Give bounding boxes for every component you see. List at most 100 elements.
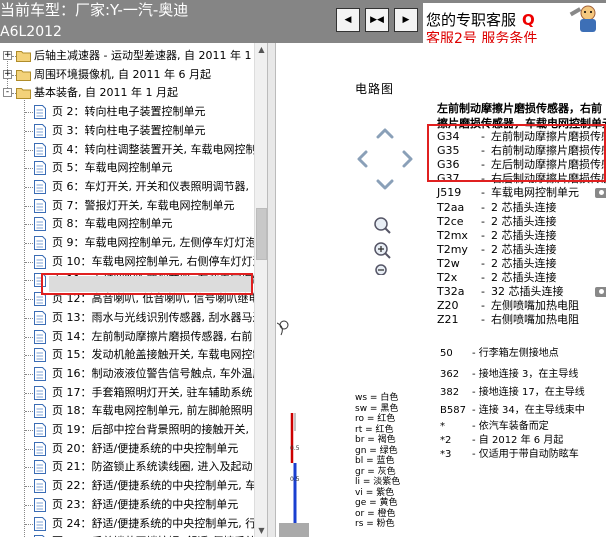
tree-item-label: 页 19：后部中控台背景照明的接触开关,	[52, 423, 249, 436]
tree-connector	[25, 186, 33, 188]
footnote-separator: -	[472, 369, 479, 380]
tree-connector	[25, 336, 33, 338]
tree-item-label: 页 10：车载电网控制单元, 右侧停车灯灯泡	[52, 254, 264, 268]
footnote-separator: -	[472, 348, 479, 359]
component-description: 32 芯插头连接	[491, 285, 564, 299]
tree-item-label: 页 6：车灯开关, 开关和仪表照明调节器,	[52, 179, 249, 193]
component-code: T2x	[437, 271, 458, 284]
tree-item-label: 页 4：转向柱调整装置开关, 车载电网控制	[52, 142, 257, 156]
tree-page-item[interactable]: 页 10：车载电网控制单元, 右侧停车灯灯泡	[0, 253, 264, 271]
tree-page-item[interactable]: 页 2：转向柱电子装置控制单元	[0, 103, 254, 121]
app-header: 当前车型：厂家:Y-一汽-奥迪 A6L2012 ◀ ▶◀ ▶ 您的专职客服 Q 客…	[0, 0, 606, 43]
tree-item-label: 页 5：车载电网控制单元	[52, 161, 173, 175]
tree-connector	[25, 168, 33, 170]
panel-splitter[interactable]	[267, 43, 276, 537]
tree-item-label: 页 21：防盗锁止系统读线圈, 进入及起动	[52, 460, 253, 474]
tree-item-label: 页 8：车载电网控制单元	[52, 217, 173, 231]
tree-page-item[interactable]: 页 9：车载电网控制单元, 左侧停车灯灯泡	[0, 234, 257, 252]
tree-page-item[interactable]: 页 23：舒适/便捷系统的中央控制单元	[0, 496, 254, 514]
tree-connector	[25, 112, 33, 114]
svg-text:0.5: 0.5	[290, 476, 300, 483]
footnote-row: * - 依汽车装备而定	[440, 417, 549, 432]
page-icon	[34, 423, 46, 437]
page-icon	[34, 161, 46, 176]
camera-icon[interactable]	[595, 188, 606, 199]
tree-page-item[interactable]: 页 21：防盗锁止系统读线圈, 进入及起动	[0, 458, 254, 476]
tree-page-item[interactable]: 页 25：后盖锁芯开锁按钮, 舒适/便捷系统	[0, 533, 256, 537]
wire-color-entry: bl = 蓝色	[355, 456, 395, 466]
expand-icon[interactable]: +	[3, 69, 12, 79]
tree-page-item[interactable]: 页 14：左前制动摩擦片磨损传感器, 右前	[0, 328, 254, 346]
tree-connector	[25, 224, 33, 226]
legend-separator: -	[481, 313, 485, 327]
page-icon	[34, 142, 46, 157]
expand-icon[interactable]: +	[3, 51, 12, 60]
tree-folder-item[interactable]: + 后轴主减速器 - 运动型差速器, 自 2011 年 1	[0, 47, 254, 65]
tree-folder-item[interactable]: - 基本装备, 自 2011 年 1 月起	[0, 84, 254, 102]
tree-item-label: 页 13：雨水与光线识别传感器, 刮水器马达	[52, 310, 264, 324]
legend-separator: -	[481, 186, 485, 200]
wire-color-entry: gn = 绿色	[355, 445, 398, 456]
page-icon	[34, 385, 46, 400]
folder-icon	[16, 88, 31, 100]
component-description: 2 芯插头连接	[491, 271, 557, 284]
tree-connector	[25, 504, 33, 506]
zoom-out-icon	[375, 264, 387, 275]
component-code: T2my	[437, 242, 468, 256]
service-q-label: Q	[522, 11, 535, 29]
tree-page-item[interactable]: 页 20：舒适/便捷系统的中央控制单元	[0, 440, 254, 458]
tree-page-item[interactable]: 页 16：制动液液位警告信号触点, 车外温度	[0, 365, 264, 383]
footnote-separator: -	[472, 449, 479, 460]
tree-item-label: 页 25：后盖锁芯开锁按钮, 舒适/便捷系统	[52, 533, 256, 537]
tree-scrollbar[interactable]: ▲ ▼	[254, 43, 268, 537]
highlight-box-sensors	[427, 124, 606, 182]
tree-page-item[interactable]: 页 19：后部中控台背景照明的接触开关,	[0, 421, 254, 439]
component-code: T2w	[437, 256, 460, 270]
page-icon	[34, 516, 46, 531]
tree-page-item[interactable]: 页 18：车载电网控制单元, 前左脚舱照明	[0, 402, 254, 420]
tree-page-item[interactable]: 页 13：雨水与光线识别传感器, 刮水器马达	[0, 309, 264, 327]
camera-icon[interactable]	[595, 287, 606, 298]
tree-page-item[interactable]: 页 8：车载电网控制单元	[0, 215, 254, 233]
tree-page-item[interactable]: 页 17：手套箱照明灯开关, 驻车辅助系统	[0, 384, 254, 402]
folder-icon	[16, 51, 31, 62]
collapse-icon[interactable]: -	[3, 88, 12, 98]
tree-connector	[25, 523, 33, 525]
prev-page-button[interactable]: ◀	[336, 8, 360, 32]
legend-separator: -	[481, 242, 485, 256]
tree-connector	[25, 205, 33, 207]
tree-page-item[interactable]: 页 15：发动机舱盖接触开关, 车载电网控制	[0, 346, 264, 364]
tree-page-item[interactable]: 页 4：转向柱调整装置开关, 车载电网控制	[0, 141, 257, 159]
page-icon	[34, 479, 46, 494]
page-icon	[34, 348, 46, 363]
tree-item-label: 基本装备, 自 2011 年 1 月起	[34, 86, 178, 100]
tree-connector	[25, 467, 33, 469]
customer-service-banner[interactable]: 您的专职客服 Q 客服2号 服务条件	[423, 3, 606, 43]
tree-page-item[interactable]: 页 3：转向柱电子装置控制单元	[0, 122, 254, 140]
tree-page-item[interactable]: 页 7：警报灯开关, 车载电网控制单元	[0, 197, 254, 215]
component-description: 左侧喷嘴加热电阻	[491, 299, 579, 313]
wire-color-entry: vi = 紫色	[355, 487, 395, 498]
next-page-button[interactable]: ▶	[394, 8, 418, 32]
tree-page-item[interactable]: 页 6：车灯开关, 开关和仪表照明调节器,	[0, 178, 254, 196]
tree-folder-item[interactable]: + 周围环境摄像机, 自 2011 年 6 月起	[0, 66, 254, 84]
tree-item-label: 页 9：车载电网控制单元, 左侧停车灯灯泡	[52, 236, 257, 249]
footnote-description: 行李箱左侧接地点	[478, 348, 559, 359]
component-code: T32a	[437, 285, 465, 299]
svg-text:0.5: 0.5	[290, 445, 300, 452]
page-icon	[34, 329, 46, 344]
footnote-row: 362 - 接地连接 3，在主导线	[440, 365, 578, 380]
component-code: Z20	[437, 299, 459, 313]
scrollbar-thumb[interactable]	[256, 208, 267, 260]
tree-page-item[interactable]: 页 5：车载电网控制单元	[0, 159, 254, 177]
legend-separator: -	[481, 214, 485, 228]
wire-color-entry: rs = 粉色	[355, 519, 395, 529]
tree-item-label: 页 24：舒适/便捷系统的中央控制单元, 行	[52, 516, 257, 530]
page-icon	[34, 198, 46, 213]
footnote-separator: -	[472, 387, 479, 398]
tree-page-item[interactable]: 页 24：舒适/便捷系统的中央控制单元, 行	[0, 515, 257, 533]
diagram-heading-line1: 左前制动摩擦片磨损传感器，右前	[437, 102, 602, 115]
tree-page-item[interactable]: 页 22：舒适/便捷系统的中央控制单元, 车	[0, 477, 256, 495]
page-icon	[34, 105, 46, 120]
fit-page-button[interactable]: ▶◀	[365, 8, 389, 32]
